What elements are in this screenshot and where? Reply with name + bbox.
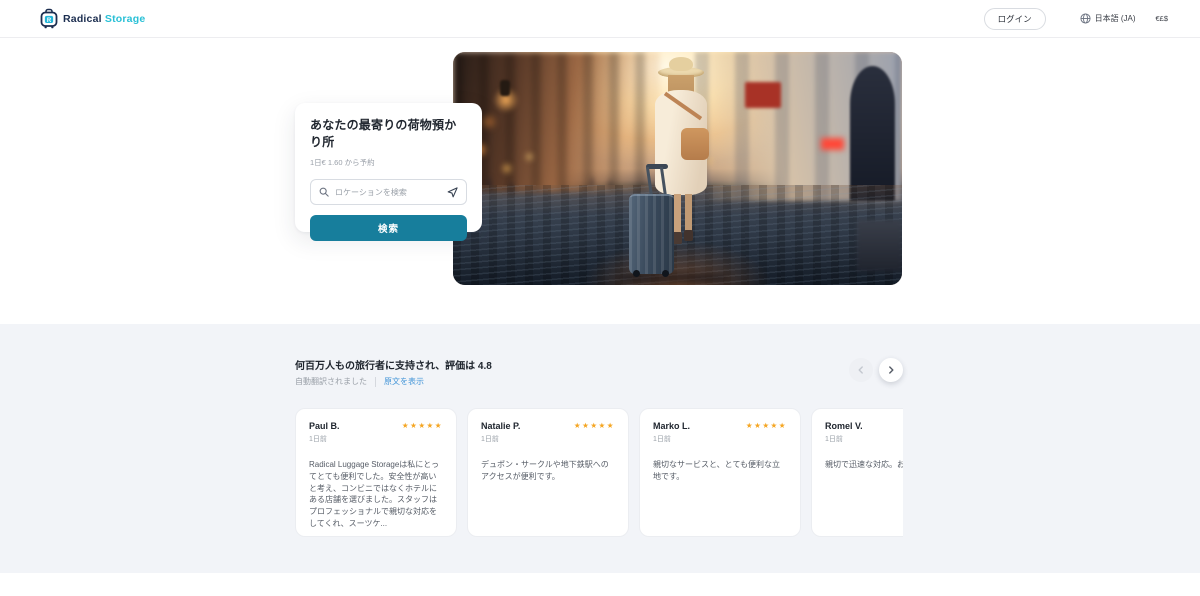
- review-time: 1日前: [481, 436, 499, 443]
- login-button[interactable]: ログイン: [983, 7, 1046, 30]
- reviewer-name: Romel V.: [825, 421, 863, 431]
- hero-art-stairs: [857, 219, 902, 272]
- reviews-subrow: 自動翻訳されました 原文を表示: [295, 376, 424, 387]
- reviewer-name: Natalie P.: [481, 421, 521, 431]
- hero-section: あなたの最寄りの荷物預かり所 1日€ 1.60 から予約 検索: [0, 38, 1200, 324]
- reviews-carousel-track: Paul B. ★★★★★ 1日前 Radical Luggage Storag…: [295, 408, 903, 537]
- woman-boot: [684, 230, 693, 241]
- woman-hat-crown: [669, 57, 693, 71]
- review-text: デュポン・サークルや地下鉄駅へのアクセスが便利です。: [481, 460, 609, 481]
- review-time: 1日前: [825, 436, 843, 443]
- geolocate-icon[interactable]: [447, 186, 458, 198]
- language-selector[interactable]: 日本語 (JA): [1080, 13, 1136, 24]
- review-card: Paul B. ★★★★★ 1日前 Radical Luggage Storag…: [295, 408, 457, 537]
- star-rating: ★★★★★: [573, 421, 615, 430]
- carousel-next-button[interactable]: [879, 358, 903, 382]
- reviews-inner: 何百万人もの旅行者に支持され、評価は 4.8 自動翻訳されました 原文を表示 P…: [295, 324, 903, 573]
- review-card-header: Marko L. ★★★★★: [653, 421, 787, 431]
- suitcase-wheel: [633, 270, 640, 277]
- carousel-prev-button[interactable]: [849, 358, 873, 382]
- logo-word-radical: Radical: [63, 12, 102, 25]
- search-card-title: あなたの最寄りの荷物預かり所: [310, 118, 457, 149]
- reviewer-name: Marko L.: [653, 421, 691, 431]
- reviews-carousel-viewport: Paul B. ★★★★★ 1日前 Radical Luggage Storag…: [295, 408, 903, 543]
- chevron-right-icon: [889, 366, 894, 374]
- subrow-divider: [375, 376, 376, 387]
- location-search-input[interactable]: [335, 187, 441, 197]
- logo-word-storage: Storage: [104, 12, 146, 25]
- search-card-subtitle: 1日€ 1.60 から予約: [310, 158, 375, 167]
- review-time: 1日前: [309, 436, 327, 443]
- review-card-header: Paul B. ★★★★★: [309, 421, 443, 431]
- show-original-link[interactable]: 原文を表示: [384, 376, 424, 387]
- svg-text:R: R: [47, 18, 52, 24]
- review-card: Natalie P. ★★★★★ 1日前 デュポン・サークルや地下鉄駅へのアクセ…: [467, 408, 629, 537]
- currency-selector[interactable]: €£$: [1155, 14, 1168, 23]
- reviews-title: 何百万人もの旅行者に支持され、評価は 4.8: [295, 361, 492, 372]
- auto-translated-label: 自動翻訳されました: [295, 377, 367, 386]
- carousel-nav: [849, 358, 903, 382]
- suitcase-logo-icon: R: [40, 8, 58, 29]
- suitcase-wheel: [662, 270, 669, 277]
- search-card: あなたの最寄りの荷物預かり所 1日€ 1.60 から予約 検索: [295, 103, 482, 241]
- reviews-section: 何百万人もの旅行者に支持され、評価は 4.8 自動翻訳されました 原文を表示 P…: [0, 324, 1200, 573]
- search-button[interactable]: 検索: [310, 215, 467, 241]
- language-label: 日本語 (JA): [1094, 14, 1136, 23]
- woman-bag: [681, 128, 709, 160]
- suitcase-handle-grip: [646, 164, 668, 169]
- star-rating: ★★★★★: [401, 421, 443, 430]
- logo-text: Radical Storage: [63, 13, 145, 25]
- review-text: Radical Luggage Storageは私にとってとても便利でした。安全…: [309, 460, 440, 528]
- logo[interactable]: R Radical Storage: [40, 8, 145, 29]
- suitcase-body: [629, 194, 674, 274]
- review-card-header: Natalie P. ★★★★★: [481, 421, 615, 431]
- chevron-left-icon: [858, 366, 863, 374]
- location-search-field[interactable]: [310, 179, 467, 205]
- review-card-header: Romel V. ★★★★★: [825, 421, 903, 431]
- reviewer-name: Paul B.: [309, 421, 340, 431]
- review-text: 親切なサービスと、とても便利な立地です。: [653, 460, 781, 481]
- review-text: 親切で迅速な対応。おすすめ: [825, 460, 903, 469]
- star-rating: ★★★★★: [745, 421, 787, 430]
- review-time: 1日前: [653, 436, 671, 443]
- review-card: Marko L. ★★★★★ 1日前 親切なサービスと、とても便利な立地です。: [639, 408, 801, 537]
- review-card: Romel V. ★★★★★ 1日前 親切で迅速な対応。おすすめ: [811, 408, 903, 537]
- hero-image: [453, 52, 902, 285]
- search-icon: [319, 187, 329, 197]
- globe-icon: [1080, 13, 1091, 24]
- top-bar: R Radical Storage ログイン 日本語 (JA) €£$: [0, 0, 1200, 38]
